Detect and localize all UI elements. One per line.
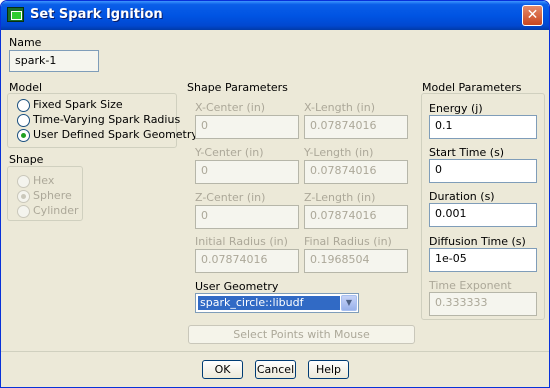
initial-radius-field[interactable]: 0.07874016 <box>195 249 299 273</box>
z-length-field[interactable]: 0.07874016 <box>304 205 408 229</box>
window-title: Set Spark Ignition <box>30 7 163 22</box>
final-radius-field[interactable]: 0.1968504 <box>304 249 408 273</box>
shape-option-radio-selected[interactable] <box>17 190 30 203</box>
duration-field[interactable]: 0.001 <box>429 203 537 227</box>
diffusion-time-label: Diffusion Time (s) <box>429 235 526 248</box>
z-length-label: Z-Length (in) <box>304 191 376 204</box>
diffusion-time-field[interactable]: 1e-05 <box>429 248 537 272</box>
cancel-button[interactable]: Cancel <box>255 360 296 379</box>
shape-option-hex[interactable]: Hex <box>33 174 54 187</box>
model-option-fixed-spark-size[interactable]: Fixed Spark Size <box>33 98 123 111</box>
shape-option-radio[interactable] <box>17 205 30 218</box>
energy-label: Energy (j) <box>429 102 483 115</box>
y-length-label: Y-Length (in) <box>304 146 374 159</box>
model-option-radio-selected[interactable] <box>17 129 30 142</box>
x-center-label: X-Center (in) <box>195 101 266 114</box>
close-icon: ✕ <box>526 7 539 23</box>
title-bar[interactable]: Set Spark Ignition ✕ <box>1 1 549 30</box>
model-option-time-varying-spark-radius[interactable]: Time-Varying Spark Radius <box>33 113 180 126</box>
start-time-field[interactable]: 0 <box>429 159 537 183</box>
x-length-field[interactable]: 0.07874016 <box>304 115 408 139</box>
close-button[interactable]: ✕ <box>522 5 543 26</box>
shape-option-cylinder[interactable]: Cylinder <box>33 204 79 217</box>
shape-parameters-label: Shape Parameters <box>187 81 288 94</box>
user-geometry-selected-value: spark_circle::libudf <box>198 296 340 310</box>
shape-option-radio[interactable] <box>17 175 30 188</box>
duration-label: Duration (s) <box>429 190 495 203</box>
name-label: Name <box>9 36 42 49</box>
time-exponent-field[interactable]: 0.333333 <box>429 292 537 316</box>
name-field[interactable]: spark-1 <box>9 50 99 72</box>
user-geometry-label: User Geometry <box>195 280 279 293</box>
user-geometry-dropdown[interactable]: spark_circle::libudf ▼ <box>195 293 359 313</box>
chevron-down-icon[interactable]: ▼ <box>341 295 357 311</box>
z-center-label: Z-Center (in) <box>195 191 266 204</box>
y-length-field[interactable]: 0.07874016 <box>304 160 408 184</box>
time-exponent-label: Time Exponent <box>429 279 512 292</box>
initial-radius-label: Initial Radius (in) <box>195 235 288 248</box>
help-button[interactable]: Help <box>308 360 349 379</box>
app-icon <box>7 7 24 22</box>
final-radius-label: Final Radius (in) <box>304 235 392 248</box>
x-center-field[interactable]: 0 <box>195 115 299 139</box>
y-center-label: Y-Center (in) <box>195 146 264 159</box>
shape-option-sphere[interactable]: Sphere <box>33 189 72 202</box>
model-option-radio[interactable] <box>17 99 30 112</box>
z-center-field[interactable]: 0 <box>195 205 299 229</box>
y-center-field[interactable]: 0 <box>195 160 299 184</box>
select-points-with-mouse-button[interactable]: Select Points with Mouse <box>188 325 415 344</box>
model-option-radio[interactable] <box>17 114 30 127</box>
x-length-label: X-Length (in) <box>304 101 376 114</box>
ok-button[interactable]: OK <box>202 360 243 379</box>
shape-label: Shape <box>9 153 44 166</box>
divider <box>1 351 549 352</box>
start-time-label: Start Time (s) <box>429 146 505 159</box>
model-option-user-defined-spark-geometry[interactable]: User Defined Spark Geometry <box>33 128 198 141</box>
energy-field[interactable]: 0.1 <box>429 115 537 139</box>
set-spark-ignition-dialog: Set Spark Ignition ✕ Name spark-1 Model … <box>0 0 550 388</box>
